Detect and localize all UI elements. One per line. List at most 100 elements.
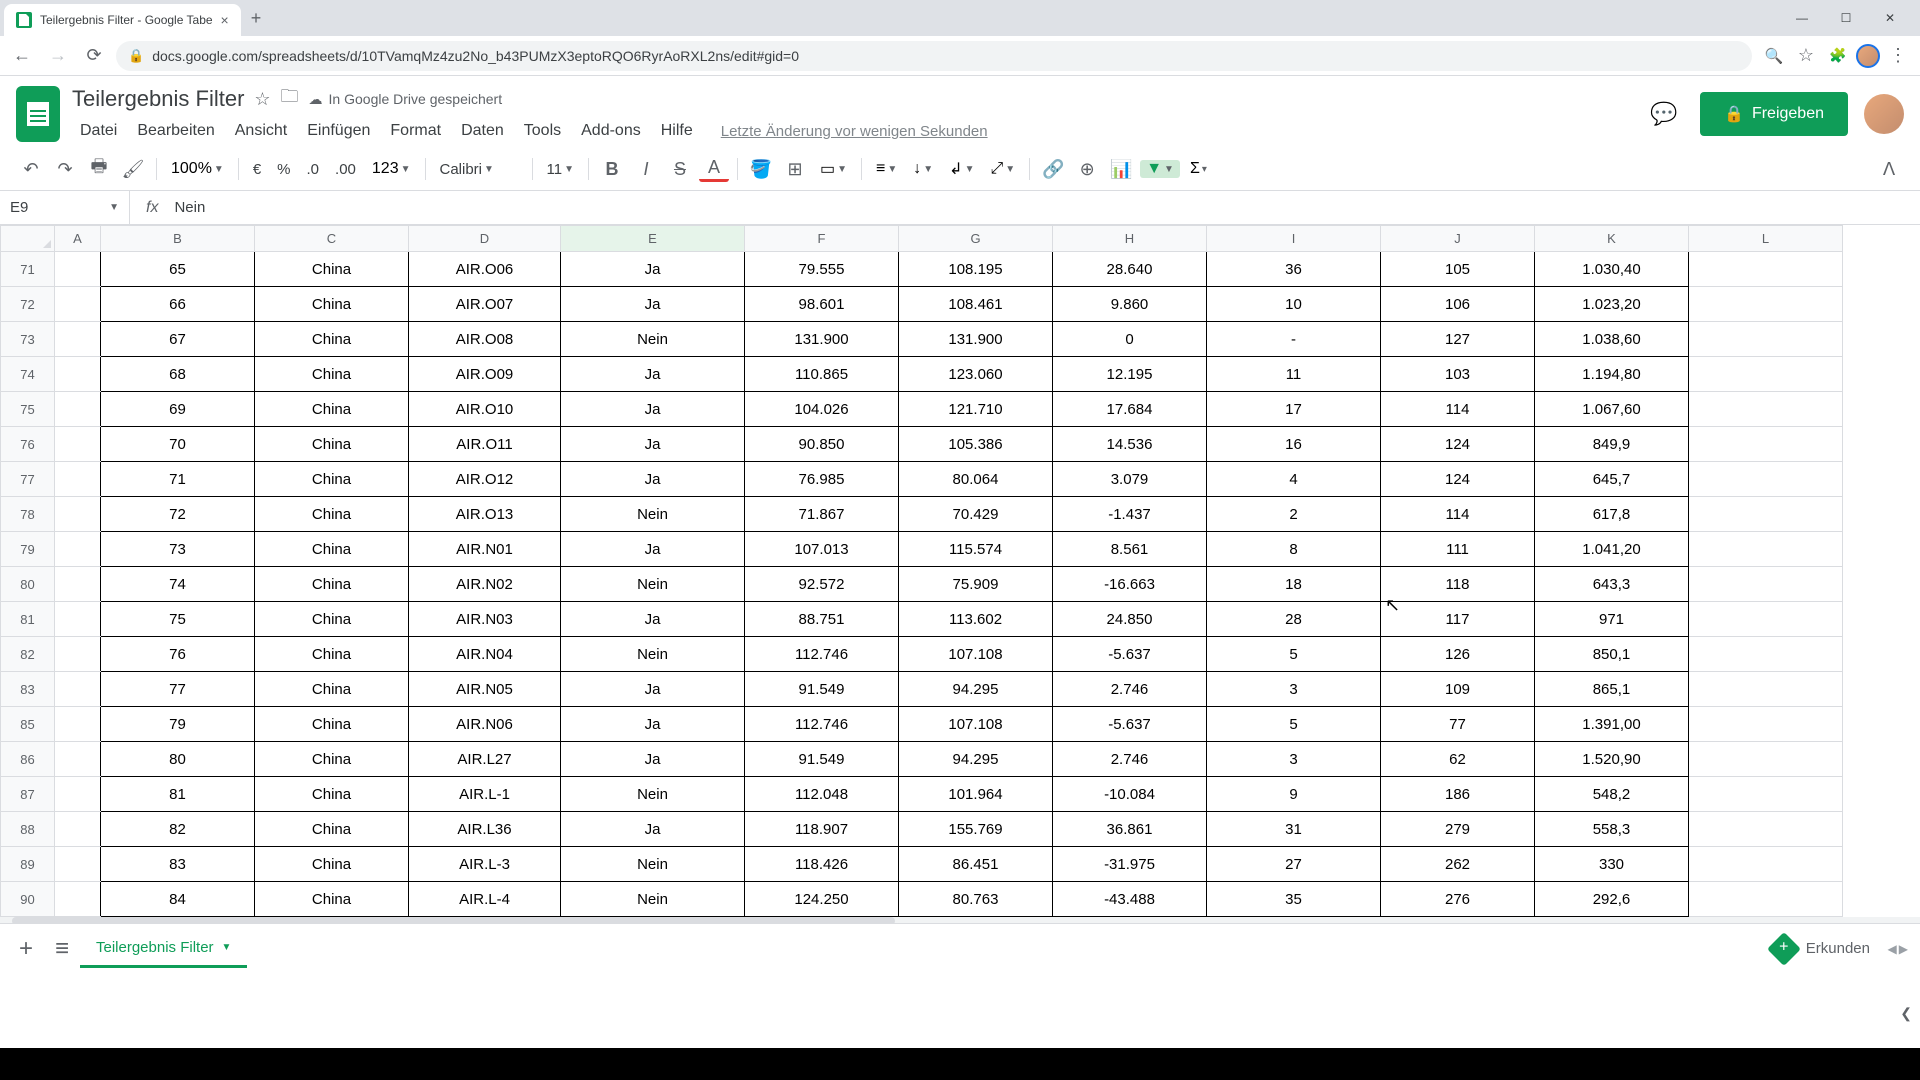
collapse-toolbar-button[interactable]: ᐱ (1874, 154, 1904, 184)
cell[interactable]: 9.860 (1053, 287, 1207, 322)
bold-button[interactable]: B (597, 154, 627, 184)
cell[interactable]: 548,2 (1535, 777, 1689, 812)
paint-format-button[interactable]: 🖌 (118, 154, 148, 184)
row-header[interactable]: 75 (1, 392, 55, 427)
cell[interactable]: China (255, 882, 409, 917)
cell[interactable]: 107.013 (745, 532, 899, 567)
cell[interactable]: Ja (561, 812, 745, 847)
cell[interactable]: -31.975 (1053, 847, 1207, 882)
cell[interactable]: 101.964 (899, 777, 1053, 812)
filter-button[interactable]: ▼▼ (1140, 160, 1180, 178)
borders-button[interactable]: ⊞ (780, 154, 810, 184)
cell[interactable] (55, 707, 101, 742)
row-header[interactable]: 88 (1, 812, 55, 847)
cell[interactable]: 849,9 (1535, 427, 1689, 462)
cell[interactable]: 17.684 (1053, 392, 1207, 427)
cell[interactable] (55, 427, 101, 462)
cell[interactable]: 2 (1207, 497, 1381, 532)
cell[interactable]: 2.746 (1053, 742, 1207, 777)
sheet-tab-menu-icon[interactable]: ▼ (222, 942, 232, 953)
cell[interactable]: 27 (1207, 847, 1381, 882)
browser-tab[interactable]: Teilergebnis Filter - Google Tabe × (4, 4, 241, 36)
row-header[interactable]: 76 (1, 427, 55, 462)
cell[interactable]: Nein (561, 567, 745, 602)
cell[interactable]: 82 (101, 812, 255, 847)
cell[interactable] (1689, 462, 1843, 497)
row-header[interactable]: 85 (1, 707, 55, 742)
cell[interactable]: 91.549 (745, 672, 899, 707)
cell[interactable]: 1.023,20 (1535, 287, 1689, 322)
cell[interactable]: AIR.N02 (409, 567, 561, 602)
sheets-logo-icon[interactable] (16, 86, 60, 142)
cell[interactable]: Ja (561, 357, 745, 392)
cell[interactable]: 73 (101, 532, 255, 567)
cell[interactable]: 105.386 (899, 427, 1053, 462)
undo-button[interactable]: ↶ (16, 154, 46, 184)
menu-help[interactable]: Hilfe (653, 118, 701, 144)
cell[interactable] (1689, 392, 1843, 427)
cell[interactable]: Ja (561, 287, 745, 322)
cell[interactable]: 127 (1381, 322, 1535, 357)
cell[interactable] (1689, 777, 1843, 812)
cell[interactable]: 124 (1381, 427, 1535, 462)
cell[interactable]: -5.637 (1053, 637, 1207, 672)
cell[interactable] (1689, 602, 1843, 637)
cell[interactable]: 5 (1207, 707, 1381, 742)
cell[interactable]: 14.536 (1053, 427, 1207, 462)
cell[interactable]: 79 (101, 707, 255, 742)
cell[interactable]: China (255, 322, 409, 357)
cell[interactable]: 106 (1381, 287, 1535, 322)
back-button[interactable]: ← (8, 42, 36, 70)
cell[interactable]: China (255, 847, 409, 882)
currency-button[interactable]: € (247, 161, 267, 178)
cell[interactable]: 68 (101, 357, 255, 392)
zoom-icon[interactable]: 🔍 (1760, 42, 1788, 70)
cell[interactable] (55, 742, 101, 777)
cell[interactable] (1689, 637, 1843, 672)
cell[interactable]: China (255, 357, 409, 392)
menu-insert[interactable]: Einfügen (299, 118, 378, 144)
italic-button[interactable]: I (631, 154, 661, 184)
cell[interactable] (55, 777, 101, 812)
cell[interactable] (1689, 882, 1843, 917)
cell[interactable]: 8 (1207, 532, 1381, 567)
cell[interactable]: 71.867 (745, 497, 899, 532)
cell[interactable]: 124 (1381, 462, 1535, 497)
cell[interactable]: 971 (1535, 602, 1689, 637)
cell[interactable] (1689, 707, 1843, 742)
cell[interactable]: 88.751 (745, 602, 899, 637)
cell[interactable]: 111 (1381, 532, 1535, 567)
menu-addons[interactable]: Add-ons (573, 118, 649, 144)
strikethrough-button[interactable]: S (665, 154, 695, 184)
cell[interactable] (1689, 532, 1843, 567)
cell[interactable]: China (255, 252, 409, 287)
cell[interactable]: 4 (1207, 462, 1381, 497)
col-header-l[interactable]: L (1689, 226, 1843, 252)
cell[interactable]: 83 (101, 847, 255, 882)
percent-button[interactable]: % (271, 161, 296, 178)
cell[interactable]: China (255, 497, 409, 532)
cell[interactable] (1689, 497, 1843, 532)
col-header-k[interactable]: K (1535, 226, 1689, 252)
cell[interactable]: 71 (101, 462, 255, 497)
cell[interactable]: China (255, 392, 409, 427)
row-header[interactable]: 78 (1, 497, 55, 532)
cell[interactable]: China (255, 707, 409, 742)
cell[interactable]: 28.640 (1053, 252, 1207, 287)
menu-tools[interactable]: Tools (516, 118, 569, 144)
merge-cells-dropdown[interactable]: ▭▼ (814, 159, 853, 179)
menu-edit[interactable]: Bearbeiten (129, 118, 222, 144)
cell[interactable]: Ja (561, 707, 745, 742)
cell[interactable]: 645,7 (1535, 462, 1689, 497)
star-icon[interactable]: ☆ (254, 89, 270, 110)
cell[interactable]: 90.850 (745, 427, 899, 462)
collapse-sidebar-button[interactable]: ❮ (1900, 1005, 1912, 1022)
cell[interactable]: 8.561 (1053, 532, 1207, 567)
cell[interactable]: 81 (101, 777, 255, 812)
row-header[interactable]: 72 (1, 287, 55, 322)
cell[interactable]: 75 (101, 602, 255, 637)
cell[interactable]: 94.295 (899, 672, 1053, 707)
cell[interactable]: 3 (1207, 672, 1381, 707)
row-header[interactable]: 82 (1, 637, 55, 672)
menu-file[interactable]: Datei (72, 118, 125, 144)
